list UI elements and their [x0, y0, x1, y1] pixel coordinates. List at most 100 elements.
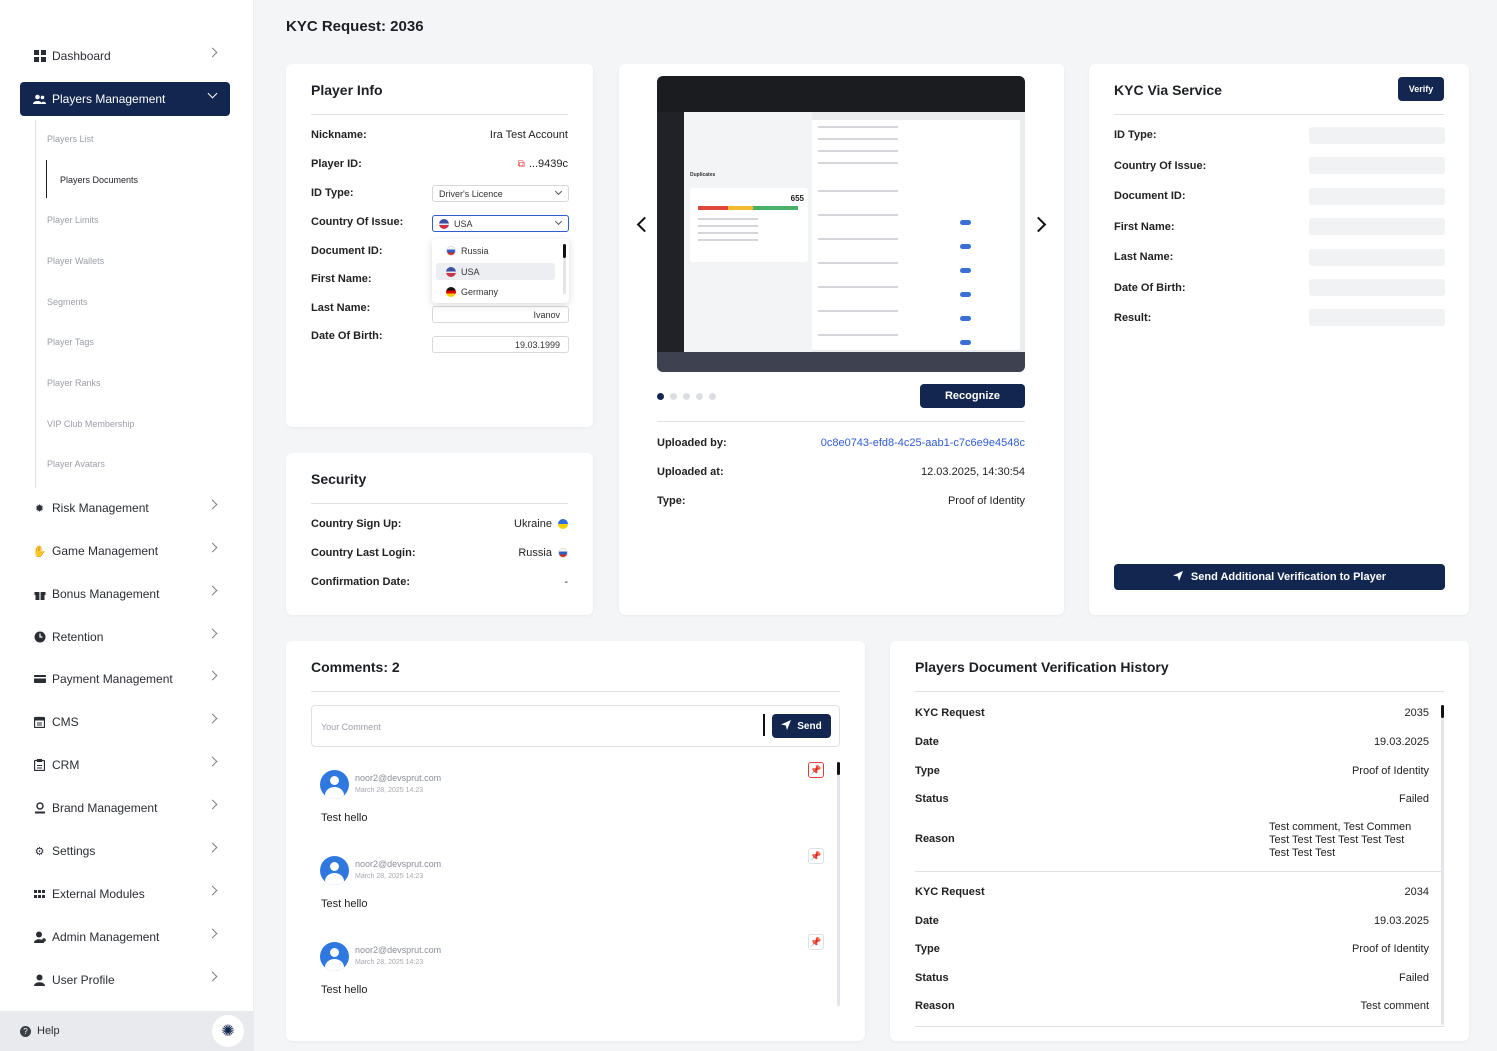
nav-cms[interactable]: CMS [20, 705, 230, 739]
player-id-label: Player ID: [311, 158, 362, 170]
last-login-country-text: Russia [518, 547, 552, 559]
nav-label: Brand Management [52, 801, 158, 815]
chevron-right-icon [207, 799, 218, 810]
service-country-label: Country Of Issue: [1114, 160, 1207, 172]
screenshot-list [812, 120, 1020, 350]
sub-item-player-tags[interactable]: Player Tags [47, 337, 94, 347]
comment-text: Test hello [321, 898, 368, 910]
sun-icon: ✺ [221, 1023, 235, 1040]
option-label: Germany [461, 286, 499, 297]
nav-dashboard[interactable]: Dashboard [20, 39, 230, 73]
screenshot-heading: Duplicates [690, 172, 716, 178]
signup-country-text: Ukraine [514, 518, 552, 530]
uploaded-at-label: Uploaded at: [657, 466, 724, 478]
dob-input[interactable]: 19.03.1999 [432, 336, 569, 353]
slide-dot[interactable] [683, 393, 690, 400]
service-dob-field [1309, 279, 1445, 296]
nav-bonus-management[interactable]: Bonus Management [20, 577, 230, 611]
country-value: USA [454, 218, 473, 229]
player-id-value: ⧉ ...9439c [518, 158, 568, 170]
divider [915, 691, 1444, 692]
sub-item-players-documents[interactable]: Players Documents [60, 175, 138, 185]
nav-crm[interactable]: CRM [20, 748, 230, 782]
nav-brand-management[interactable]: Brand Management [20, 791, 230, 825]
prev-arrow-icon[interactable] [636, 216, 653, 233]
sub-item-player-avatars[interactable]: Player Avatars [47, 459, 105, 469]
history-request-value: 2035 [1404, 707, 1429, 719]
settings-icon: ⚙ [34, 845, 45, 858]
confirmation-date-value: - [564, 576, 568, 588]
sub-item-player-wallets[interactable]: Player Wallets [47, 256, 104, 266]
service-country-field [1309, 157, 1445, 174]
scrollbar-thumb[interactable] [1441, 705, 1444, 718]
nav-game-management[interactable]: ✋ Game Management [20, 534, 230, 568]
recognize-button[interactable]: Recognize [920, 384, 1025, 408]
sub-item-segments[interactable]: Segments [47, 297, 88, 307]
chevron-right-icon [207, 499, 218, 510]
nav-user-profile[interactable]: User Profile [20, 963, 230, 997]
pin-icon[interactable]: 📌 [808, 848, 824, 864]
next-arrow-icon[interactable] [1030, 216, 1047, 233]
verify-button[interactable]: Verify [1398, 77, 1444, 101]
slide-dot[interactable] [709, 393, 716, 400]
grid-icon [33, 50, 46, 63]
button-label: Send Additional Verification to Player [1190, 571, 1387, 583]
nav-external-modules[interactable]: External Modules [20, 877, 230, 911]
scrollbar-thumb[interactable] [837, 762, 840, 775]
country-option-germany[interactable]: Germany [436, 283, 555, 300]
sub-item-vip-club[interactable]: VIP Club Membership [47, 419, 134, 429]
divider [311, 114, 568, 115]
country-select[interactable]: USA [432, 215, 569, 232]
comment-input[interactable]: Your Comment Send [311, 705, 840, 747]
document-image[interactable]: Duplicates 655 [657, 76, 1025, 372]
reason-line: Test Test Test Test Test Test [1269, 834, 1405, 846]
screenshot-line [818, 126, 898, 128]
copy-icon[interactable]: ⧉ [518, 159, 525, 170]
modules-icon [33, 888, 46, 901]
history-type-value: Proof of Identity [1351, 765, 1429, 777]
nav-players-management[interactable]: Players Management [20, 82, 230, 116]
germany-flag-icon [446, 286, 456, 297]
comments-scrollbar[interactable] [837, 762, 840, 1006]
comment-email: noor2@devsprut.com [355, 859, 442, 869]
sub-item-player-ranks[interactable]: Player Ranks [47, 378, 101, 388]
send-additional-verification-button[interactable]: Send Additional Verification to Player [1114, 564, 1445, 590]
screenshot-toggle [960, 340, 971, 345]
nav-risk-management[interactable]: ✹ Risk Management [20, 491, 230, 525]
option-label: USA [461, 266, 480, 277]
sub-item-player-limits[interactable]: Player Limits [47, 215, 99, 225]
slide-dot[interactable] [696, 393, 703, 400]
uploaded-by-link[interactable]: 0c8e0743-efd8-4c25-aab1-c7c6e9e4548c [821, 437, 1025, 449]
history-scrollbar[interactable] [1441, 705, 1444, 1025]
id-type-select[interactable]: Driver's Licence [432, 185, 569, 202]
dropdown-scrollbar[interactable] [563, 244, 566, 294]
help-label: Help [37, 1025, 60, 1037]
dob-label: Date Of Birth: [311, 330, 383, 342]
service-first-name-field [1309, 218, 1445, 235]
screenshot-toggle [960, 220, 971, 225]
document-id-label: Document ID: [311, 245, 383, 257]
country-option-usa[interactable]: USA [436, 263, 555, 280]
theme-toggle-button[interactable]: ✺ [212, 1015, 244, 1047]
nickname-label: Nickname: [311, 129, 367, 141]
slide-dot[interactable] [657, 393, 664, 400]
country-option-russia[interactable]: Russia [436, 242, 555, 259]
card-title: KYC Via Service [1114, 82, 1222, 98]
slide-dot[interactable] [670, 393, 677, 400]
pin-icon[interactable]: 📌 [808, 934, 824, 950]
sub-item-players-list[interactable]: Players List [47, 134, 94, 144]
nav-retention[interactable]: Retention [20, 620, 230, 654]
service-dob-label: Date Of Birth: [1114, 282, 1186, 294]
nav-settings[interactable]: ⚙ Settings [20, 834, 230, 868]
pin-icon[interactable]: 📌 [808, 762, 824, 778]
chevron-right-icon [207, 628, 218, 639]
nav-admin-management[interactable]: Admin Management [20, 920, 230, 954]
send-comment-button[interactable]: Send [772, 714, 831, 738]
nav-payment-management[interactable]: Payment Management [20, 662, 230, 696]
screenshot-line [818, 150, 898, 152]
help-bar[interactable]: ? Help ✺ [0, 1011, 254, 1051]
screenshot-toggle [960, 316, 971, 321]
last-name-input[interactable]: Ivanov [432, 306, 569, 323]
id-type-label: ID Type: [311, 187, 354, 199]
screenshot-line [818, 310, 898, 312]
